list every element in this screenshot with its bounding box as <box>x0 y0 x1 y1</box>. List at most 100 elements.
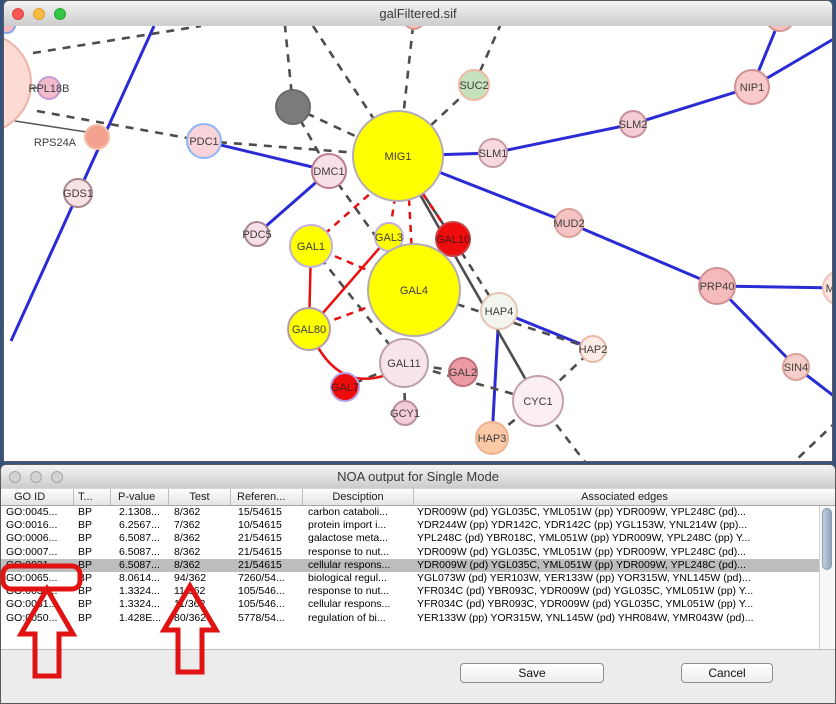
cell-p-value: 6.2567... <box>111 519 169 532</box>
cell-go-id: GO:0016... <box>1 519 74 532</box>
vertical-scrollbar[interactable] <box>819 506 834 649</box>
cell-reference: 15/54615 <box>231 506 303 519</box>
cell-associated-edges: YGL073W (pd) YER103W, YER133W (pp) YOR31… <box>414 572 819 585</box>
network-window: galFiltered.sif RPL18BRPS24AGDS1PDC1MIG1… <box>3 0 833 462</box>
column-header-desciption[interactable]: Desciption <box>303 489 414 505</box>
node-corner-cut[interactable] <box>4 26 15 33</box>
cell-type: BP <box>74 585 111 598</box>
network-graph: RPL18BRPS24AGDS1PDC1MIG1SUC2SLM1DMC1SLM2… <box>4 26 832 461</box>
node-label-mig1: MIG1 <box>385 151 412 163</box>
cell-p-value: 1.3324... <box>111 598 169 611</box>
table-row[interactable]: GO:0006...BP6.5087...8/36221/54615galact… <box>1 532 819 545</box>
table-row[interactable]: GO:0007...BP6.5087...8/36221/54615respon… <box>1 546 819 559</box>
cell-reference: 10/54615 <box>231 519 303 532</box>
node-label-pdc1: PDC1 <box>189 136 218 148</box>
node-large-cut[interactable] <box>4 33 31 133</box>
node-label-rps24a: RPS24A <box>34 137 77 149</box>
node-label-gal80: GAL80 <box>292 324 326 336</box>
cell-p-value: 8.0614... <box>111 572 169 585</box>
node-label-hap3: HAP3 <box>478 433 507 445</box>
table-row[interactable]: GO:0050...BP1.428E...80/3625778/54...reg… <box>1 612 819 625</box>
node-label-pdc5: PDC5 <box>242 229 271 241</box>
cell-test: 80/362 <box>169 612 231 625</box>
node-label-nip1: NIP1 <box>740 82 764 94</box>
cell-p-value: 1.428E... <box>111 612 169 625</box>
cell-associated-edges: YFR034C (pd) YBR093C, YDR009W (pd) YGL03… <box>414 598 819 611</box>
cell-test: 11/362 <box>169 585 231 598</box>
cell-description: response to nut... <box>303 546 414 559</box>
cell-test: 7/362 <box>169 519 231 532</box>
column-header-go-id[interactable]: GO ID <box>1 489 74 505</box>
table-header: GO IDT...P-valueTestReferen...Desciption… <box>1 488 835 506</box>
cell-reference: 21/54615 <box>231 559 303 572</box>
cell-type: BP <box>74 519 111 532</box>
node-label-gcy1: GCY1 <box>390 408 420 420</box>
scrollbar-thumb[interactable] <box>822 508 832 570</box>
cell-p-value: 6.5087... <box>111 546 169 559</box>
network-edge <box>33 26 201 53</box>
cell-type: BP <box>74 559 111 572</box>
table-row[interactable]: GO:0031...BP6.5087...8/36221/54615cellul… <box>1 559 819 572</box>
cell-type: BP <box>74 532 111 545</box>
cell-test: 8/362 <box>169 532 231 545</box>
cell-test: 8/362 <box>169 506 231 519</box>
cell-associated-edges: YDR009W (pd) YGL035C, YML051W (pp) YDR00… <box>414 546 819 559</box>
cell-associated-edges: YPL248C (pd) YBR018C, YML051W (pp) YDR00… <box>414 532 819 545</box>
cell-associated-edges: YDR009W (pd) YGL035C, YML051W (pp) YDR00… <box>414 506 819 519</box>
node-label-gal3: GAL3 <box>375 232 403 244</box>
column-header-p-value[interactable]: P-value <box>111 489 169 505</box>
node-label-gal10: GAL10 <box>436 234 470 246</box>
network-canvas[interactable]: RPL18BRPS24AGDS1PDC1MIG1SUC2SLM1DMC1SLM2… <box>4 26 832 461</box>
cell-type: BP <box>74 612 111 625</box>
cell-go-id: GO:0050... <box>1 612 74 625</box>
noa-window: NOA output for Single Mode GO IDT...P-va… <box>0 464 836 704</box>
cell-test: 11/362 <box>169 598 231 611</box>
cell-reference: 105/546... <box>231 585 303 598</box>
node-label-gal2: GAL2 <box>449 367 477 379</box>
node-label-hap4: HAP4 <box>485 306 514 318</box>
network-edge <box>633 87 752 124</box>
cell-p-value: 6.5087... <box>111 559 169 572</box>
node-label-hap2: HAP2 <box>579 344 608 356</box>
node-label-prp40: PRP40 <box>700 281 735 293</box>
node-label-slm1: SLM1 <box>479 148 508 160</box>
save-button[interactable]: Save <box>460 663 604 683</box>
cancel-button[interactable]: Cancel <box>681 663 773 683</box>
table-row[interactable]: GO:0065...BP8.0614...94/3627260/54...bio… <box>1 572 819 585</box>
cell-go-id: GO:0031... <box>1 598 74 611</box>
cell-type: BP <box>74 598 111 611</box>
node-top-cut[interactable] <box>404 26 424 29</box>
node-rps24a[interactable] <box>85 125 109 149</box>
node-label-gal1: GAL1 <box>297 241 325 253</box>
column-header-t[interactable]: T... <box>74 489 111 505</box>
table-row[interactable]: GO:0016...BP6.2567...7/36210/54615protei… <box>1 519 819 532</box>
cell-p-value: 1.3324... <box>111 585 169 598</box>
node-topright-cut[interactable] <box>766 26 794 31</box>
cell-type: BP <box>74 572 111 585</box>
noa-window-titlebar[interactable]: NOA output for Single Mode <box>1 465 835 489</box>
cell-reference: 7260/54... <box>231 572 303 585</box>
node-label-cyc1: CYC1 <box>523 396 552 408</box>
table-row[interactable]: GO:0031...BP1.3324...11/362105/546...res… <box>1 585 819 598</box>
column-header-referen[interactable]: Referen... <box>231 489 303 505</box>
cell-associated-edges: YER133W (pp) YOR315W, YNL145W (pd) YHR08… <box>414 612 819 625</box>
node-label-suc2: SUC2 <box>459 80 488 92</box>
network-window-titlebar[interactable]: galFiltered.sif <box>4 1 832 27</box>
cell-description: galactose meta... <box>303 532 414 545</box>
table-row[interactable]: GO:0045...BP2.1308...8/36215/54615carbon… <box>1 506 819 519</box>
cell-reference: 21/54615 <box>231 532 303 545</box>
cell-p-value: 2.1308... <box>111 506 169 519</box>
cell-go-id: GO:0045... <box>1 506 74 519</box>
cell-go-id: GO:0065... <box>1 572 74 585</box>
cell-test: 8/362 <box>169 546 231 559</box>
cell-go-id: GO:0006... <box>1 532 74 545</box>
node-gray[interactable] <box>276 90 310 124</box>
node-label-gal4: GAL4 <box>400 285 428 297</box>
table-row[interactable]: GO:0031...BP1.3324...11/362105/546...cel… <box>1 598 819 611</box>
cell-associated-edges: YDR244W (pp) YDR142C, YDR142C (pp) YGL15… <box>414 519 819 532</box>
column-header-test[interactable]: Test <box>169 489 231 505</box>
cell-description: carbon cataboli... <box>303 506 414 519</box>
network-edge <box>15 121 93 133</box>
network-edge <box>493 124 633 153</box>
column-header-associated-edges[interactable]: Associated edges <box>414 489 835 505</box>
